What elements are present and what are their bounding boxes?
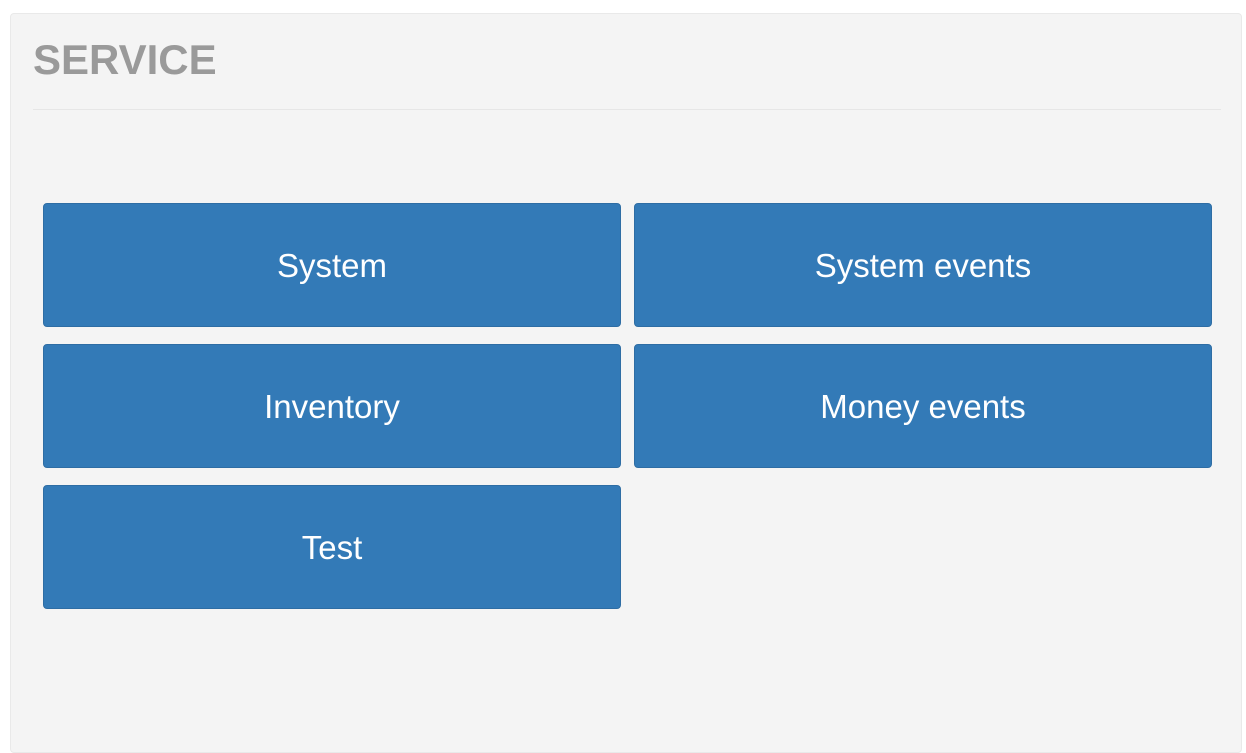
- service-panel: SERVICE System System events Inventory M…: [10, 13, 1242, 753]
- system-events-button[interactable]: System events: [634, 203, 1212, 327]
- panel-title: SERVICE: [33, 36, 217, 83]
- inventory-button[interactable]: Inventory: [43, 344, 621, 468]
- title-divider: [33, 109, 1221, 110]
- test-button[interactable]: Test: [43, 485, 621, 609]
- system-button[interactable]: System: [43, 203, 621, 327]
- money-events-button[interactable]: Money events: [634, 344, 1212, 468]
